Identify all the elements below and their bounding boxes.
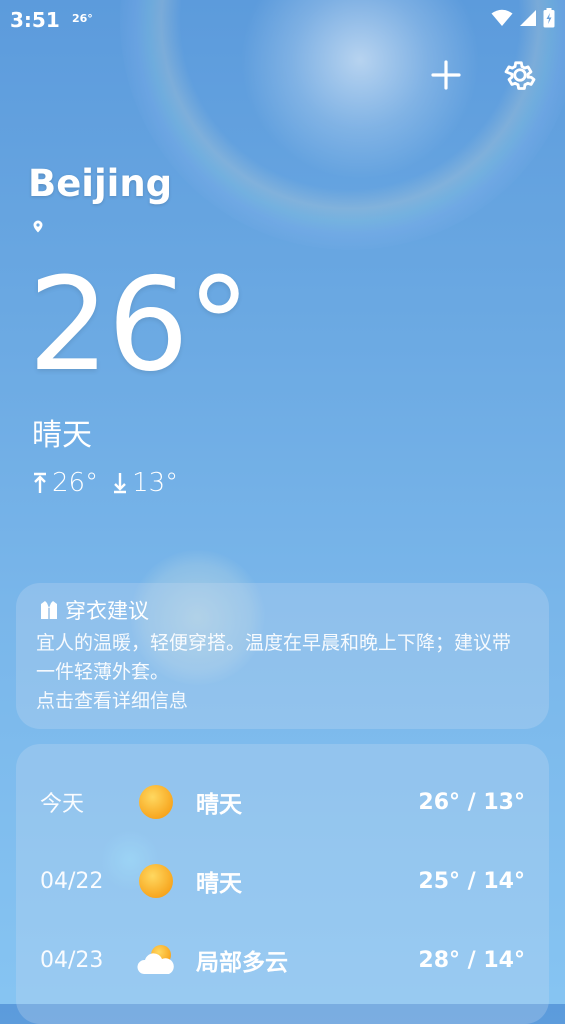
signal-icon — [520, 10, 536, 26]
forecast-row[interactable]: 04/22 晴天 25° / 14° — [16, 851, 549, 911]
advice-header: 穿衣建议 — [36, 595, 529, 625]
forecast-date: 今天 — [40, 792, 85, 817]
forecast-row[interactable]: 今天 晴天 26° / 13° — [16, 772, 549, 832]
current-condition: 晴天 — [32, 418, 92, 453]
clothing-advice-card[interactable]: 穿衣建议 宜人的温暖，轻便穿搭。温度在早晨和晚上下降；建议带一件轻薄外套。 点击… — [16, 583, 549, 729]
forecast-row[interactable]: 04/23 局部多云 28° / 14° — [16, 930, 549, 990]
wifi-icon — [491, 9, 513, 26]
location-pin-icon — [33, 220, 43, 233]
city-name[interactable]: Beijing — [28, 162, 172, 205]
sun-icon — [139, 785, 173, 819]
shirt-icon — [41, 601, 57, 619]
gear-icon — [504, 61, 536, 90]
advice-details-link[interactable]: 点击查看详细信息 — [36, 687, 529, 716]
advice-title: 穿衣建议 — [65, 599, 149, 623]
status-time: 3:51 — [10, 8, 60, 32]
battery-icon — [543, 8, 555, 28]
forecast-temperature: 28° / 14° — [418, 947, 525, 973]
forecast-condition: 局部多云 — [196, 950, 288, 976]
forecast-card: 今天 晴天 26° / 13° 04/22 晴天 25° / 14° 04/23… — [16, 744, 549, 1024]
plus-icon — [431, 60, 461, 90]
forecast-condition: 晴天 — [196, 792, 242, 818]
arrow-down-icon — [114, 473, 127, 494]
high-temperature: 26° — [52, 468, 99, 498]
status-icons — [491, 8, 555, 28]
partly-cloudy-icon — [137, 945, 174, 974]
forecast-condition: 晴天 — [196, 871, 242, 897]
status-temperature: 26° — [72, 12, 93, 25]
low-temperature: 13° — [132, 468, 179, 498]
current-temperature: 26° — [28, 251, 251, 400]
sun-icon — [139, 864, 173, 898]
high-low-temperature: 26° 13° — [32, 468, 192, 498]
forecast-date: 04/23 — [40, 947, 104, 973]
forecast-temperature: 26° / 13° — [418, 789, 525, 815]
arrow-up-icon — [34, 472, 46, 493]
forecast-temperature: 25° / 14° — [418, 868, 525, 894]
forecast-date: 04/22 — [40, 868, 104, 894]
settings-button[interactable] — [501, 56, 539, 94]
status-bar: 3:51 26° — [0, 0, 565, 40]
advice-text: 宜人的温暖，轻便穿搭。温度在早晨和晚上下降；建议带一件轻薄外套。 — [36, 632, 512, 683]
add-city-button[interactable] — [427, 56, 465, 94]
